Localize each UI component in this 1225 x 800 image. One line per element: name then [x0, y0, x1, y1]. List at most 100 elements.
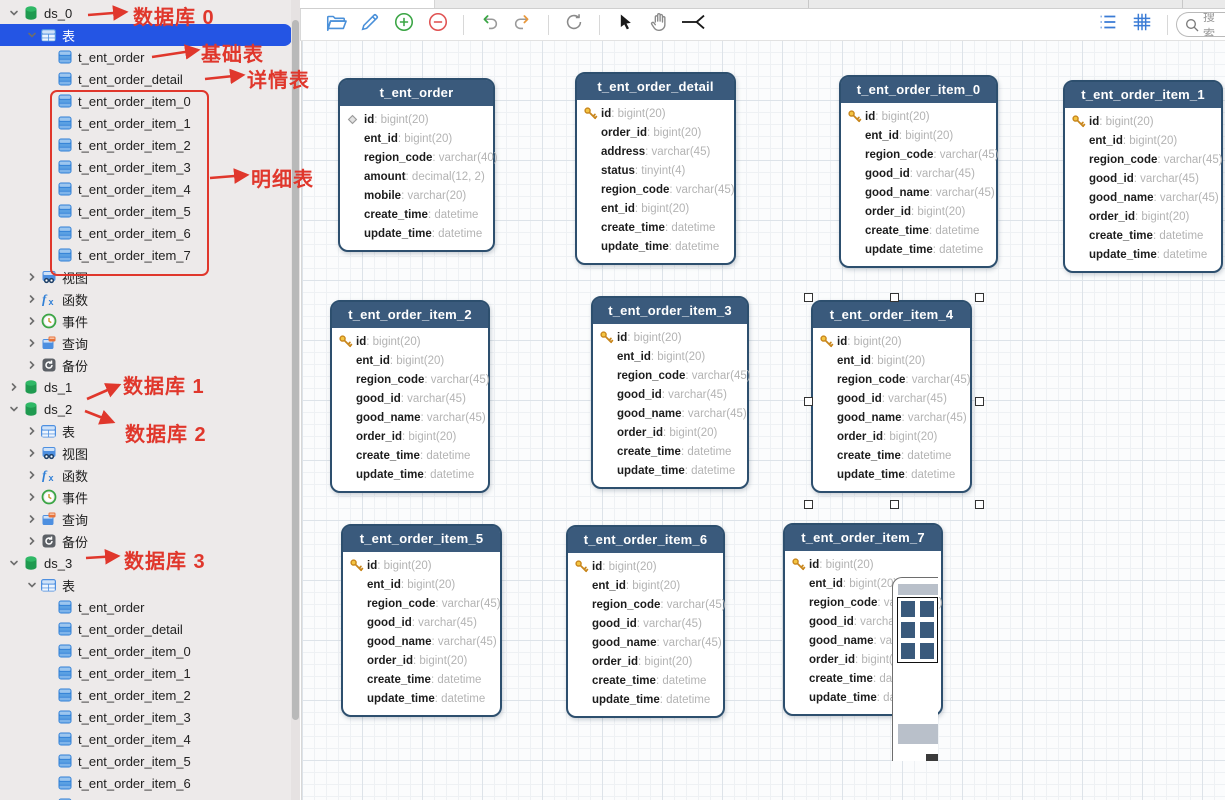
minus-circle-button[interactable] [426, 13, 450, 37]
entity-title[interactable]: t_ent_order_item_5 [343, 526, 500, 552]
sidebar-item-t-ent-order-item-5[interactable]: t_ent_order_item_5 [0, 200, 291, 222]
field-good-name[interactable]: good_name: varchar(45) [599, 404, 741, 423]
field-id[interactable]: id: bigint(20) [1071, 112, 1215, 131]
refresh-button[interactable] [562, 13, 586, 37]
chevron-down-icon[interactable] [6, 8, 22, 18]
sidebar-item-ds3-t-ent-order-item-0[interactable]: t_ent_order_item_0 [0, 640, 291, 662]
field-region-code[interactable]: region_code: varchar(45) [599, 366, 741, 385]
minimap-panel[interactable] [892, 577, 938, 761]
chevron-right-icon[interactable] [24, 492, 40, 502]
sidebar-item-ds2-events[interactable]: 事件 [0, 486, 291, 508]
sidebar-item-t-ent-order-item-7[interactable]: t_ent_order_item_7 [0, 244, 291, 266]
sidebar-item-ds-2[interactable]: ds_2 [0, 398, 291, 420]
field-order-id[interactable]: order_id: bigint(20) [574, 652, 717, 671]
hand-button[interactable] [647, 13, 671, 37]
sidebar-item-t-ent-order-detail[interactable]: t_ent_order_detail [0, 68, 291, 90]
sidebar-item-ds3-t-ent-order-detail[interactable]: t_ent_order_detail [0, 618, 291, 640]
field-good-id[interactable]: good_id: varchar(45) [599, 385, 741, 404]
field-id[interactable]: id: bigint(20) [346, 110, 487, 129]
sidebar-item-ds3-tables[interactable]: 表 [0, 574, 291, 596]
field-update-time[interactable]: update_time: datetime [819, 465, 964, 484]
field-update-time[interactable]: update_time: datetime [349, 689, 494, 708]
sidebar-item-ds0-events[interactable]: 事件 [0, 310, 291, 332]
sidebar-item-ds3-t-ent-order-item-5[interactable]: t_ent_order_item_5 [0, 750, 291, 772]
entity-t-ent-order-item-5[interactable]: t_ent_order_item_5 id: bigint(20) ent_id… [341, 524, 502, 717]
entity-t-ent-order-item-6[interactable]: t_ent_order_item_6 id: bigint(20) ent_id… [566, 525, 725, 718]
entity-title[interactable]: t_ent_order [340, 80, 493, 106]
chevron-right-icon[interactable] [24, 470, 40, 480]
field-region-code[interactable]: region_code: varchar(45) [819, 370, 964, 389]
field-order-id[interactable]: order_id: bigint(20) [583, 123, 728, 142]
sidebar-item-ds0-queries[interactable]: 查询 [0, 332, 291, 354]
sidebar-item-ds2-tables[interactable]: 表 [0, 420, 291, 442]
chevron-down-icon[interactable] [6, 404, 22, 414]
chevron-right-icon[interactable] [24, 536, 40, 546]
entity-title[interactable]: t_ent_order_item_2 [332, 302, 488, 328]
field-ent-id[interactable]: ent_id: bigint(20) [847, 126, 990, 145]
field-good-id[interactable]: good_id: varchar(45) [1071, 169, 1215, 188]
chevron-right-icon[interactable] [24, 294, 40, 304]
field-region-code[interactable]: region_code: varchar(45) [574, 595, 717, 614]
sidebar-item-ds0-functions[interactable]: fx 函数 [0, 288, 291, 310]
entity-t-ent-order-item-0[interactable]: t_ent_order_item_0 id: bigint(20) ent_id… [839, 75, 998, 268]
sidebar-item-t-ent-order[interactable]: t_ent_order [0, 46, 291, 68]
sidebar-item-ds3-t-ent-order-item-6[interactable]: t_ent_order_item_6 [0, 772, 291, 794]
folder-button[interactable] [324, 13, 348, 37]
entity-title[interactable]: t_ent_order_item_7 [785, 525, 941, 551]
field-id[interactable]: id: bigint(20) [574, 557, 717, 576]
field-id[interactable]: id: bigint(20) [791, 555, 935, 574]
sidebar-scrollbar-track[interactable] [291, 0, 300, 800]
grid-view-button[interactable] [1130, 13, 1154, 37]
list-view-button[interactable] [1096, 13, 1120, 37]
selection-handle[interactable] [890, 500, 899, 509]
minimap-viewport[interactable] [897, 597, 938, 663]
field-create-time[interactable]: create_time: datetime [599, 442, 741, 461]
field-update-time[interactable]: update_time: datetime [338, 465, 482, 484]
field-good-id[interactable]: good_id: varchar(45) [847, 164, 990, 183]
field-update-time[interactable]: update_time: datetime [583, 237, 728, 256]
selection-handle[interactable] [975, 293, 984, 302]
undo-button[interactable] [477, 13, 501, 37]
selection-handle[interactable] [804, 397, 813, 406]
field-good-id[interactable]: good_id: varchar(45) [574, 614, 717, 633]
sidebar-item-ds0-backups[interactable]: 备份 [0, 354, 291, 376]
field-update-time[interactable]: update_time: datetime [574, 690, 717, 709]
field-id[interactable]: id: bigint(20) [583, 104, 728, 123]
sidebar-item-ds3-t-ent-order-item-7[interactable]: t_ent_order_item_7 [0, 794, 291, 800]
entity-title[interactable]: t_ent_order_item_3 [593, 298, 747, 324]
sidebar-item-ds2-views[interactable]: 视图 [0, 442, 291, 464]
field-ent-id[interactable]: ent_id: bigint(20) [1071, 131, 1215, 150]
sidebar-item-t-ent-order-item-2[interactable]: t_ent_order_item_2 [0, 134, 291, 156]
sidebar-item-ds3-t-ent-order[interactable]: t_ent_order [0, 596, 291, 618]
field-update-time[interactable]: update_time: datetime [346, 224, 487, 243]
field-id[interactable]: id: bigint(20) [349, 556, 494, 575]
field-good-name[interactable]: good_name: varchar(45) [847, 183, 990, 202]
sidebar-item-t-ent-order-item-6[interactable]: t_ent_order_item_6 [0, 222, 291, 244]
field-good-name[interactable]: good_name: varchar(45) [1071, 188, 1215, 207]
field-ent-id[interactable]: ent_id: bigint(20) [583, 199, 728, 218]
field-update-time[interactable]: update_time: datetime [847, 240, 990, 259]
active-diagram-tab[interactable] [300, 0, 435, 8]
field-ent-id[interactable]: ent_id: bigint(20) [599, 347, 741, 366]
connector-button[interactable] [681, 13, 705, 37]
entity-t-ent-order-item-1[interactable]: t_ent_order_item_1 id: bigint(20) ent_id… [1063, 80, 1223, 273]
cursor-button[interactable] [613, 13, 637, 37]
field-ent-id[interactable]: ent_id: bigint(20) [574, 576, 717, 595]
chevron-down-icon[interactable] [24, 30, 40, 40]
chevron-right-icon[interactable] [24, 514, 40, 524]
chevron-right-icon[interactable] [24, 316, 40, 326]
field-region-code[interactable]: region_code: varchar(45) [349, 594, 494, 613]
selection-handle[interactable] [804, 293, 813, 302]
field-id[interactable]: id: bigint(20) [338, 332, 482, 351]
sidebar-item-ds0-tables[interactable]: 表 [0, 24, 291, 46]
entity-t-ent-order-item-4[interactable]: t_ent_order_item_4 id: bigint(20) ent_id… [811, 300, 972, 493]
field-order-id[interactable]: order_id: bigint(20) [1071, 207, 1215, 226]
sidebar-item-t-ent-order-item-4[interactable]: t_ent_order_item_4 [0, 178, 291, 200]
sidebar-item-ds3-t-ent-order-item-4[interactable]: t_ent_order_item_4 [0, 728, 291, 750]
sidebar-item-ds2-queries[interactable]: 查询 [0, 508, 291, 530]
entity-t-ent-order-item-3[interactable]: t_ent_order_item_3 id: bigint(20) ent_id… [591, 296, 749, 489]
field-region-code[interactable]: region_code: varchar(45) [847, 145, 990, 164]
field-update-time[interactable]: update_time: datetime [1071, 245, 1215, 264]
entity-title[interactable]: t_ent_order_detail [577, 74, 734, 100]
field-update-time[interactable]: update_time: datetime [599, 461, 741, 480]
